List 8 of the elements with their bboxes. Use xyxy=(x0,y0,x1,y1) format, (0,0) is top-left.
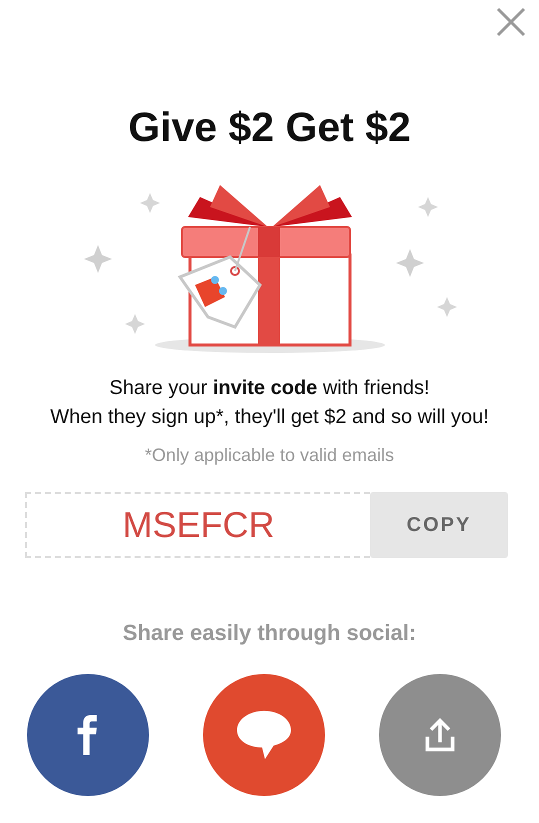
copy-button[interactable]: COPY xyxy=(370,492,508,558)
speech-bubble-icon xyxy=(235,709,293,761)
intro-text: Share your invite code with friends! xyxy=(109,377,430,400)
title: Give $2 Get $2 xyxy=(128,104,411,151)
intro-text: When they sign up*, they'll get $2 and so will you! xyxy=(50,406,489,429)
close-icon[interactable] xyxy=(495,6,527,38)
footnote-text: *Only applicable to valid emails xyxy=(144,445,394,466)
social-heading: Share easily through social: xyxy=(122,620,416,646)
